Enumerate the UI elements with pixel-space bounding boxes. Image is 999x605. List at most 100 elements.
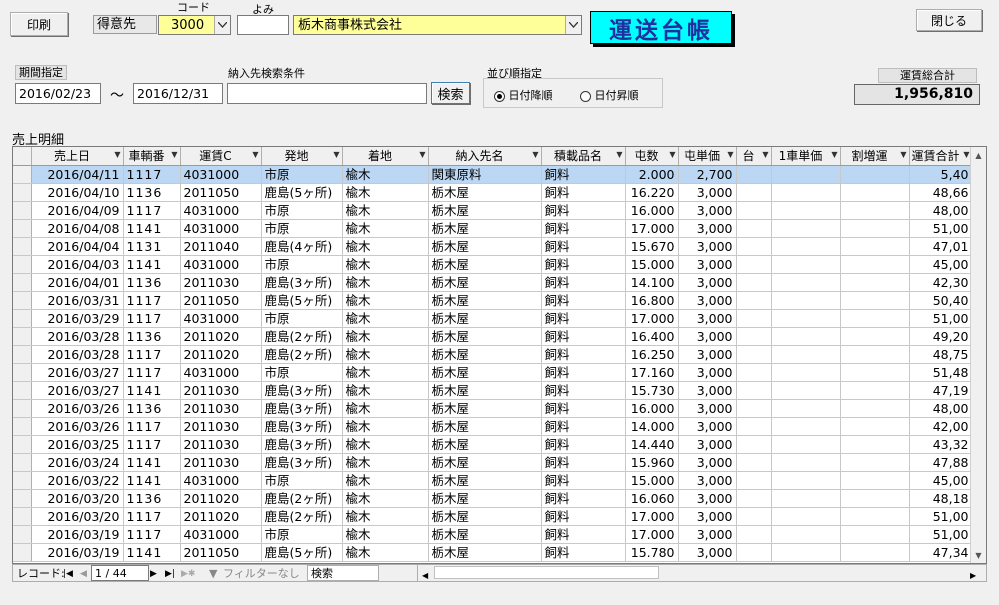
table-row[interactable]: 2016/03/28 1136 2011020 鹿島(2ヶ所) 楡木 栃木屋 飼料 16.40… <box>13 327 973 346</box>
row-selector[interactable] <box>13 273 32 292</box>
table-cell[interactable]: 鹿島(2ヶ所) <box>261 507 343 526</box>
table-cell[interactable]: 楡木 <box>342 255 429 274</box>
table-cell[interactable]: 楡木 <box>342 471 429 490</box>
table-cell[interactable]: 鹿島(2ヶ所) <box>261 327 343 346</box>
table-cell[interactable]: 3,000 <box>678 507 737 526</box>
table-cell[interactable] <box>736 417 772 436</box>
table-cell[interactable] <box>840 255 910 274</box>
scroll-right-icon[interactable]: ▶ <box>970 568 976 583</box>
table-cell[interactable]: 1136 <box>123 489 181 508</box>
table-cell[interactable]: 2016/04/08 <box>31 219 124 238</box>
table-cell[interactable]: 楡木 <box>342 237 429 256</box>
table-cell[interactable] <box>840 165 910 184</box>
table-cell[interactable]: 47,19 <box>909 381 973 400</box>
table-cell[interactable]: 2011050 <box>180 183 262 202</box>
row-selector[interactable] <box>13 345 32 364</box>
table-cell[interactable]: 市原 <box>261 363 343 382</box>
table-cell[interactable]: 楡木 <box>342 543 429 562</box>
table-cell[interactable]: 1117 <box>123 435 181 454</box>
table-cell[interactable] <box>840 183 910 202</box>
table-cell[interactable]: 2011040 <box>180 237 262 256</box>
table-cell[interactable]: 2016/03/28 <box>31 327 124 346</box>
table-cell[interactable]: 48,00 <box>909 201 973 220</box>
table-row[interactable]: 2016/03/20 1136 2011020 鹿島(2ヶ所) 楡木 栃木屋 飼料 16.06… <box>13 489 973 508</box>
table-cell[interactable]: 3,000 <box>678 255 737 274</box>
column-header-1[interactable]: 車輌番 ▼ <box>123 147 181 166</box>
row-selector[interactable] <box>13 417 32 436</box>
column-header-9[interactable]: 台 ▼ <box>736 147 772 166</box>
table-cell[interactable]: 47,88 <box>909 453 973 472</box>
table-cell[interactable]: 栃木屋 <box>428 471 542 490</box>
next-record-icon[interactable]: ▶ <box>150 567 157 582</box>
table-cell[interactable] <box>736 327 772 346</box>
table-cell[interactable]: 1141 <box>123 543 181 562</box>
table-cell[interactable]: 栃木屋 <box>428 309 542 328</box>
table-cell[interactable]: 3,000 <box>678 291 737 310</box>
table-cell[interactable] <box>771 381 841 400</box>
column-header-10[interactable]: 1車単価 ▼ <box>771 147 841 166</box>
table-cell[interactable] <box>840 201 910 220</box>
table-cell[interactable]: 3,000 <box>678 183 737 202</box>
row-selector[interactable] <box>13 435 32 454</box>
table-cell[interactable]: 2.000 <box>625 165 679 184</box>
table-cell[interactable]: 1117 <box>123 525 181 544</box>
row-selector[interactable] <box>13 525 32 544</box>
table-cell[interactable] <box>840 399 910 418</box>
table-row[interactable]: 2016/04/08 1141 4031000 市原 楡木 栃木屋 飼料 17.000 3,00… <box>13 219 973 238</box>
table-cell[interactable]: 市原 <box>261 525 343 544</box>
table-cell[interactable]: 1136 <box>123 183 181 202</box>
table-cell[interactable]: 2011030 <box>180 273 262 292</box>
table-cell[interactable]: 2016/03/27 <box>31 381 124 400</box>
table-cell[interactable] <box>840 219 910 238</box>
table-cell[interactable]: 栃木屋 <box>428 201 542 220</box>
table-cell[interactable] <box>736 489 772 508</box>
row-selector[interactable] <box>13 237 32 256</box>
table-cell[interactable]: 16.000 <box>625 201 679 220</box>
table-cell[interactable]: 2016/03/27 <box>31 363 124 382</box>
table-row[interactable]: 2016/03/20 1117 2011020 鹿島(2ヶ所) 楡木 栃木屋 飼料 17.00… <box>13 507 973 526</box>
table-cell[interactable]: 2011020 <box>180 489 262 508</box>
table-cell[interactable]: 鹿島(3ヶ所) <box>261 435 343 454</box>
table-cell[interactable] <box>840 381 910 400</box>
table-cell[interactable]: 飼料 <box>541 309 626 328</box>
table-cell[interactable]: 栃木屋 <box>428 237 542 256</box>
table-cell[interactable]: 楡木 <box>342 381 429 400</box>
table-row[interactable]: 2016/04/09 1117 4031000 市原 楡木 栃木屋 飼料 16.000 3,00… <box>13 201 973 220</box>
table-cell[interactable]: 51,00 <box>909 507 973 526</box>
table-cell[interactable] <box>771 291 841 310</box>
table-cell[interactable]: 2011050 <box>180 291 262 310</box>
table-cell[interactable]: 栃木屋 <box>428 363 542 382</box>
table-cell[interactable]: 1141 <box>123 471 181 490</box>
chevron-down-icon[interactable]: ▼ <box>900 150 906 159</box>
table-cell[interactable]: 3,000 <box>678 309 737 328</box>
table-cell[interactable]: 3,000 <box>678 417 737 436</box>
table-cell[interactable]: 栃木屋 <box>428 327 542 346</box>
table-cell[interactable]: 1141 <box>123 453 181 472</box>
table-cell[interactable]: 16.000 <box>625 399 679 418</box>
table-cell[interactable]: 2016/03/26 <box>31 399 124 418</box>
table-cell[interactable]: 鹿島(2ヶ所) <box>261 489 343 508</box>
table-row[interactable]: 2016/03/25 1117 2011030 鹿島(3ヶ所) 楡木 栃木屋 飼料 14.44… <box>13 435 973 454</box>
table-cell[interactable]: 16.800 <box>625 291 679 310</box>
table-cell[interactable] <box>771 237 841 256</box>
table-cell[interactable] <box>736 543 772 562</box>
table-cell[interactable]: 48,18 <box>909 489 973 508</box>
row-selector[interactable] <box>13 489 32 508</box>
sort-desc-radio[interactable]: 日付降順 <box>494 87 553 103</box>
table-row[interactable]: 2016/03/27 1117 4031000 市原 楡木 栃木屋 飼料 17.160 3,00… <box>13 363 973 382</box>
table-cell[interactable]: 1117 <box>123 291 181 310</box>
table-cell[interactable]: 栃木屋 <box>428 525 542 544</box>
column-header-11[interactable]: 割増運 ▼ <box>840 147 910 166</box>
table-cell[interactable]: 飼料 <box>541 489 626 508</box>
table-cell[interactable]: 43,32 <box>909 435 973 454</box>
table-row[interactable]: 2016/04/03 1141 4031000 市原 楡木 栃木屋 飼料 15.000 3,00… <box>13 255 973 274</box>
table-cell[interactable] <box>771 525 841 544</box>
table-cell[interactable]: 50,40 <box>909 291 973 310</box>
table-cell[interactable]: 鹿島(3ヶ所) <box>261 453 343 472</box>
table-cell[interactable] <box>771 183 841 202</box>
table-cell[interactable] <box>771 489 841 508</box>
table-cell[interactable]: 楡木 <box>342 507 429 526</box>
column-header-7[interactable]: 屯数 ▼ <box>625 147 679 166</box>
table-cell[interactable]: 4031000 <box>180 255 262 274</box>
yomi-field[interactable] <box>237 15 289 35</box>
